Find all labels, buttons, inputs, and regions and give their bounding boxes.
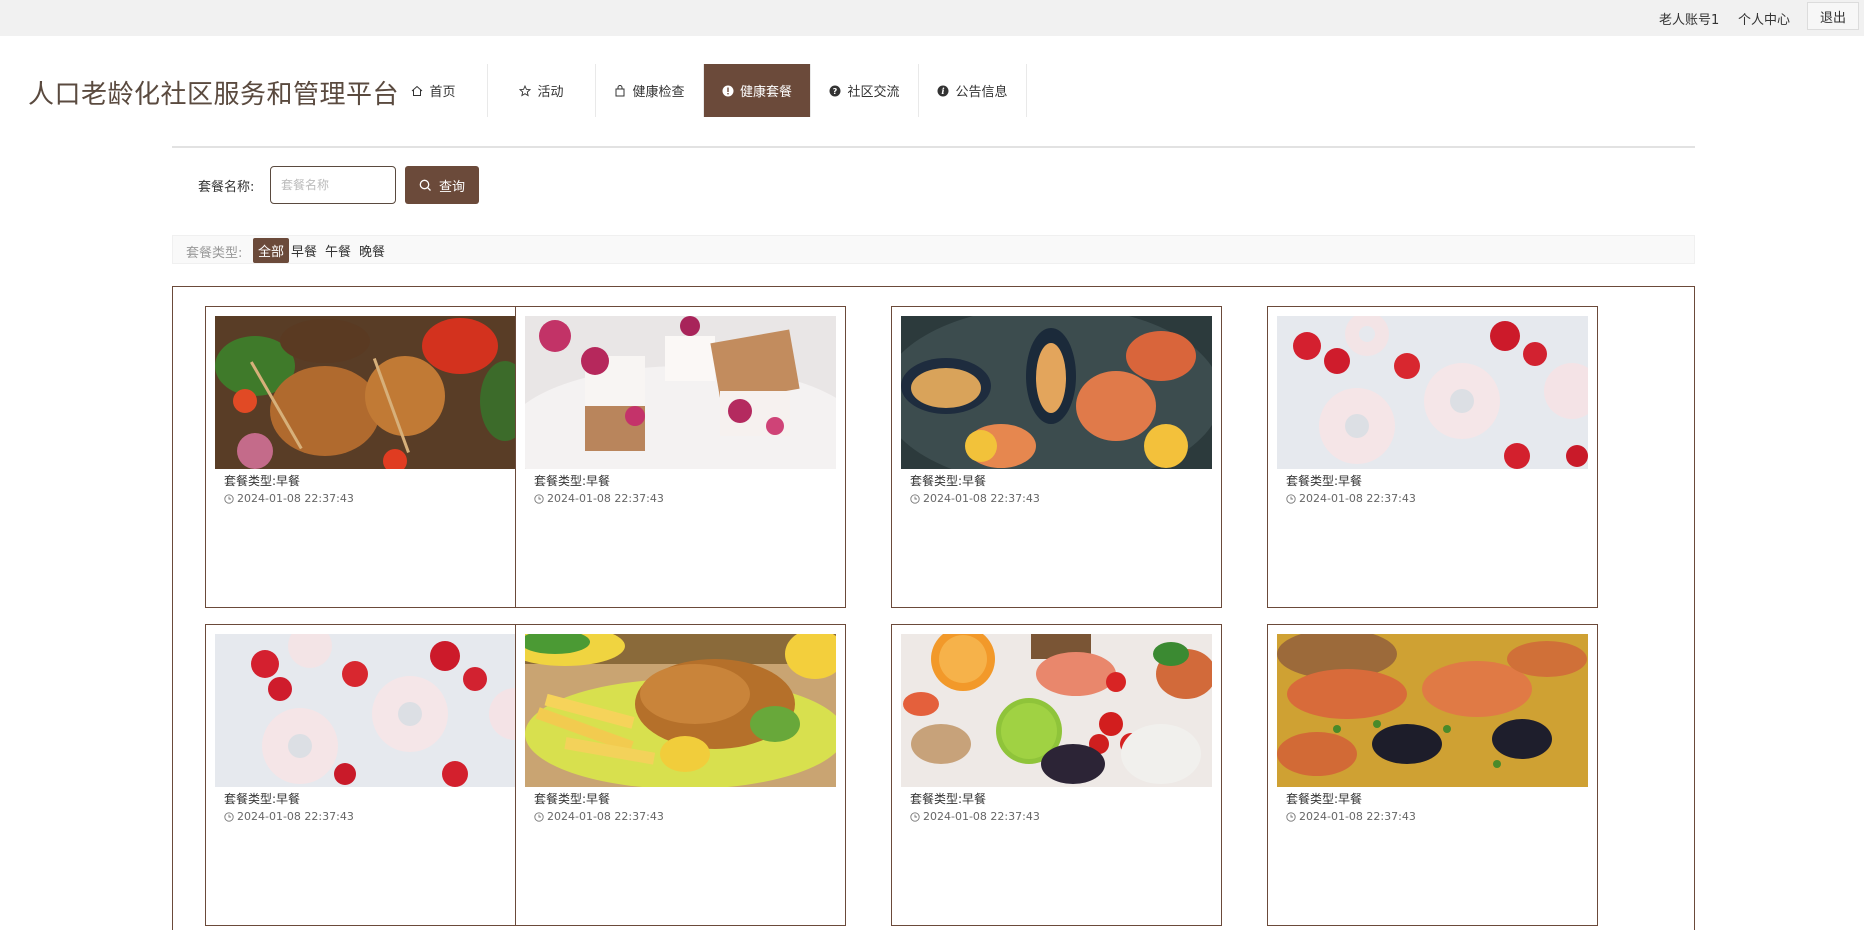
package-type: 套餐类型:早餐 [224,474,301,488]
nav-item-home[interactable]: 首页 [380,64,488,117]
package-type: 套餐类型:早餐 [910,474,987,488]
bag-icon [615,84,625,96]
package-date-text: 2024-01-08 22:37:43 [237,810,354,823]
package-date-text: 2024-01-08 22:37:43 [923,492,1040,505]
package-date: 2024-01-08 22:37:43 [1286,492,1416,505]
question-circle-icon: ? [829,85,841,96]
search-icon [419,179,431,191]
package-type: 套餐类型:早餐 [1286,792,1363,806]
filter-option-lunch[interactable]: 午餐 [320,238,356,263]
package-date: 2024-01-08 22:37:43 [534,492,664,505]
filter-label: 套餐类型: [186,246,243,261]
package-date-text: 2024-01-08 22:37:43 [547,810,664,823]
clock-icon [224,811,234,822]
package-type: 套餐类型:早餐 [910,792,987,806]
package-card[interactable]: 套餐类型:早餐 2024-01-08 22:37:43 [205,306,536,608]
package-date: 2024-01-08 22:37:43 [224,810,354,823]
clock-icon [910,493,920,504]
clock-icon [534,493,544,504]
info-circle-icon [722,85,734,96]
package-grid: 套餐类型:早餐 2024-01-08 22:37:43 套餐类型:早餐 2024… [172,286,1695,930]
filter-option-breakfast[interactable]: 早餐 [286,238,322,263]
top-bar: 老人账号1 个人中心 退出 [0,0,1864,36]
package-type: 套餐类型:早餐 [224,792,301,806]
header-divider [172,146,1695,148]
package-date-text: 2024-01-08 22:37:43 [237,492,354,505]
main-nav: 首页 活动 健康检查 健康套餐 ? 社区交流 i 公告信息 [380,64,1027,117]
package-image[interactable] [215,634,526,787]
package-card[interactable]: 套餐类型:早餐 2024-01-08 22:37:43 [205,624,536,926]
search-label: 套餐名称: [198,180,255,195]
package-date-text: 2024-01-08 22:37:43 [923,810,1040,823]
package-date: 2024-01-08 22:37:43 [534,810,664,823]
home-icon [412,85,423,96]
nav-item-community[interactable]: ? 社区交流 [811,64,919,117]
package-card[interactable]: 套餐类型:早餐 2024-01-08 22:37:43 [891,306,1222,608]
package-image[interactable] [525,634,836,787]
package-image[interactable] [901,316,1212,469]
package-card[interactable]: 套餐类型:早餐 2024-01-08 22:37:43 [1267,624,1598,926]
package-type: 套餐类型:早餐 [534,474,611,488]
package-date-text: 2024-01-08 22:37:43 [547,492,664,505]
package-image[interactable] [215,316,526,469]
package-card[interactable]: 套餐类型:早餐 2024-01-08 22:37:43 [891,624,1222,926]
info-circle-icon: i [937,85,949,97]
nav-item-label: 社区交流 [847,85,900,100]
nav-item-label: 活动 [537,85,564,100]
nav-item-announcements[interactable]: i 公告信息 [919,64,1027,117]
package-date: 2024-01-08 22:37:43 [224,492,354,505]
svg-text:?: ? [833,87,838,96]
search-button-label: 查询 [438,178,465,194]
nav-item-label: 健康套餐 [739,85,792,100]
package-date-text: 2024-01-08 22:37:43 [1299,810,1416,823]
personal-center-link[interactable]: 个人中心 [1738,9,1790,28]
svg-text:i: i [942,87,945,97]
package-date: 2024-01-08 22:37:43 [910,492,1040,505]
package-date-text: 2024-01-08 22:37:43 [1299,492,1416,505]
clock-icon [1286,811,1296,822]
logout-button[interactable]: 退出 [1807,2,1859,30]
clock-icon [1286,493,1296,504]
filter-option-dinner[interactable]: 晚餐 [354,238,390,263]
package-name-input[interactable] [270,166,396,204]
package-type: 套餐类型:早餐 [534,792,611,806]
filter-option-all[interactable]: 全部 [253,238,290,263]
nav-item-health-check[interactable]: 健康检查 [596,64,704,117]
package-image[interactable] [1277,634,1588,787]
package-type-filter: 套餐类型: 全部 早餐 午餐 晚餐 [172,235,1695,264]
clock-icon [534,811,544,822]
clock-icon [910,811,920,822]
star-icon [519,84,532,97]
account-link[interactable]: 老人账号1 [1659,9,1719,28]
clock-icon [224,493,234,504]
package-image[interactable] [1277,316,1588,469]
package-card[interactable]: 套餐类型:早餐 2024-01-08 22:37:43 [515,306,846,608]
package-date: 2024-01-08 22:37:43 [910,810,1040,823]
package-card[interactable]: 套餐类型:早餐 2024-01-08 22:37:43 [515,624,846,926]
package-image[interactable] [525,316,836,469]
package-image[interactable] [901,634,1212,787]
package-type: 套餐类型:早餐 [1286,474,1363,488]
nav-item-activity[interactable]: 活动 [488,64,596,117]
search-button[interactable]: 查询 [405,166,479,204]
nav-item-label: 健康检查 [632,85,685,100]
site-title: 人口老龄化社区服务和管理平台 [28,80,400,110]
package-date: 2024-01-08 22:37:43 [1286,810,1416,823]
nav-item-label: 公告信息 [955,85,1008,100]
package-card[interactable]: 套餐类型:早餐 2024-01-08 22:37:43 [1267,306,1598,608]
nav-item-health-package[interactable]: 健康套餐 [704,64,811,117]
nav-item-label: 首页 [429,85,456,100]
